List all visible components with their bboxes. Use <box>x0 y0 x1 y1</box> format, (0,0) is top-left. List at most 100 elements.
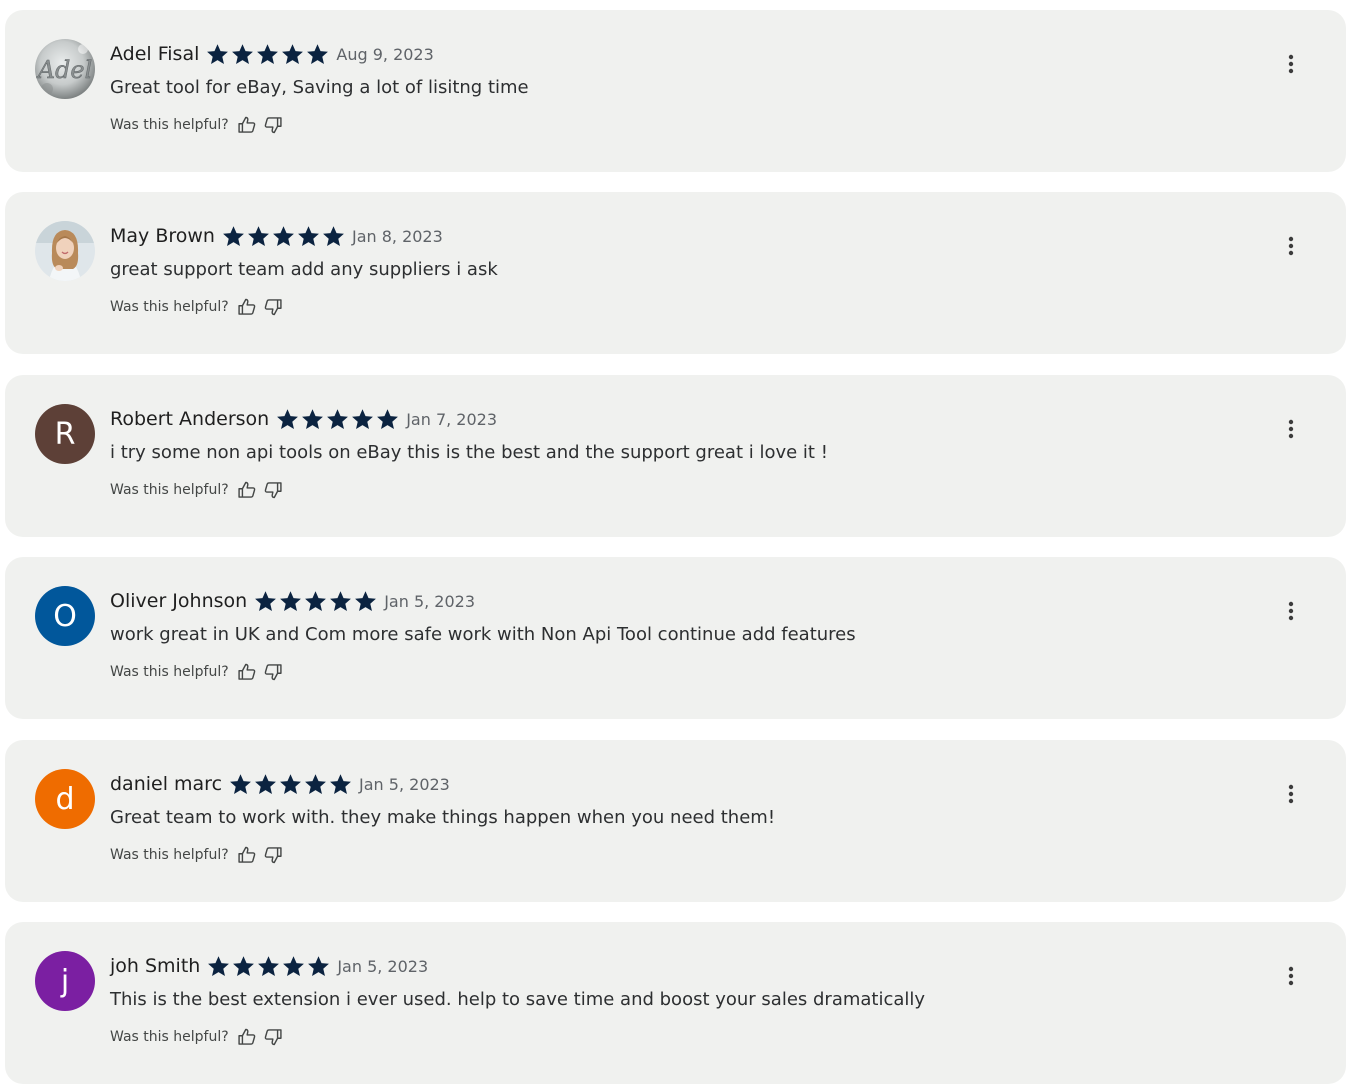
helpful-label: Was this helpful? <box>110 299 229 315</box>
thumb-down-icon <box>264 299 282 316</box>
review-header: Robert Anderson Jan 7, 2023 <box>110 404 497 434</box>
helpful-row: Was this helpful? <box>110 843 287 867</box>
more-options-button[interactable] <box>1275 778 1307 810</box>
thumb-up-button[interactable] <box>235 660 259 684</box>
review-card: d daniel marc Jan 5, 2023 Great team to … <box>5 740 1346 902</box>
avatar-letter: R <box>54 416 76 452</box>
thumb-down-icon <box>264 664 282 681</box>
thumb-down-icon <box>264 482 282 499</box>
review-text: work great in UK and Com more safe work … <box>110 624 856 645</box>
adel-handwriting-photo: Adel <box>35 39 95 99</box>
review-date: Jan 8, 2023 <box>351 226 443 246</box>
thumb-up-icon <box>238 481 255 498</box>
star-icon <box>232 43 254 64</box>
star-rating <box>221 224 346 249</box>
star-icon <box>298 225 319 246</box>
thumb-down-icon <box>264 1029 282 1046</box>
star-icon <box>230 773 251 794</box>
star-icon <box>330 590 352 611</box>
author-name: joh Smith <box>110 955 201 977</box>
thumb-up-button[interactable] <box>235 843 259 867</box>
star-icon <box>248 225 269 246</box>
thumb-up-icon <box>238 1028 255 1045</box>
more-options-button[interactable] <box>1275 48 1307 80</box>
review-card: O Oliver Johnson Jan 5, 2023 work great … <box>5 557 1346 719</box>
thumb-up-icon <box>238 298 255 315</box>
thumb-down-button[interactable] <box>261 660 285 684</box>
star-icon <box>277 408 299 429</box>
review-text: great support team add any suppliers i a… <box>110 259 498 280</box>
star-icon <box>208 955 230 976</box>
review-text: This is the best extension i ever used. … <box>110 989 926 1010</box>
star-icon <box>255 773 276 794</box>
review-card: R Robert Anderson Jan 7, 2023 i try some… <box>5 375 1346 537</box>
more-vert-icon <box>1288 419 1294 439</box>
review-header: Oliver Johnson Jan 5, 2023 <box>110 586 475 616</box>
more-vert-icon <box>1288 601 1294 621</box>
avatar-letter: j <box>60 963 70 999</box>
thumb-up-button[interactable] <box>235 478 259 502</box>
star-icon <box>327 408 349 429</box>
review-header: Adel Fisal Aug 9, 2023 <box>110 39 434 69</box>
helpful-label: Was this helpful? <box>110 482 229 498</box>
thumb-up-button[interactable] <box>235 1025 259 1049</box>
avatar[interactable]: O <box>35 586 95 646</box>
helpful-label: Was this helpful? <box>110 1029 229 1045</box>
avatar[interactable]: j <box>35 951 95 1011</box>
thumb-down-button[interactable] <box>261 478 285 502</box>
star-icon <box>323 225 344 246</box>
more-vert-icon <box>1288 784 1294 804</box>
more-vert-icon <box>1288 966 1294 986</box>
star-icon <box>273 225 294 246</box>
review-date: Jan 5, 2023 <box>337 956 429 976</box>
review-text: Great tool for eBay, Saving a lot of lis… <box>110 77 529 98</box>
more-options-button[interactable] <box>1275 413 1307 445</box>
thumb-down-button[interactable] <box>261 1025 285 1049</box>
star-icon <box>352 408 374 429</box>
review-header: May Brown Jan 8, 2023 <box>110 221 443 251</box>
avatar[interactable]: Adel <box>35 39 95 99</box>
thumb-down-button[interactable] <box>261 295 285 319</box>
more-options-button[interactable] <box>1275 960 1307 992</box>
avatar[interactable]: R <box>35 404 95 464</box>
avatar-letter: d <box>55 781 75 817</box>
more-options-button[interactable] <box>1275 595 1307 627</box>
thumb-down-button[interactable] <box>261 113 285 137</box>
more-vert-icon <box>1288 236 1294 256</box>
star-icon <box>355 590 377 611</box>
review-date: Jan 7, 2023 <box>406 409 498 429</box>
star-icon <box>377 408 399 429</box>
star-rating <box>275 407 400 432</box>
review-card: Adel Adel Fisal Aug 9, 2023 Great tool f… <box>5 10 1346 172</box>
author-name: daniel marc <box>110 773 223 795</box>
helpful-row: Was this helpful? <box>110 660 287 684</box>
star-icon <box>308 955 330 976</box>
thumb-down-button[interactable] <box>261 843 285 867</box>
more-options-button[interactable] <box>1275 230 1307 262</box>
star-icon <box>283 955 305 976</box>
star-rating <box>206 954 331 979</box>
thumb-up-icon <box>238 846 255 863</box>
star-rating <box>205 42 330 67</box>
review-text: i try some non api tools on eBay this is… <box>110 442 828 463</box>
review-header: joh Smith Jan 5, 2023 <box>110 951 428 981</box>
thumb-up-button[interactable] <box>235 113 259 137</box>
star-icon <box>233 955 255 976</box>
star-icon <box>223 225 244 246</box>
thumb-up-button[interactable] <box>235 295 259 319</box>
thumb-down-icon <box>264 847 282 864</box>
review-card: j joh Smith Jan 5, 2023 This is the best… <box>5 922 1346 1084</box>
star-rating <box>228 772 353 797</box>
author-name: May Brown <box>110 225 215 247</box>
avatar[interactable] <box>35 221 95 281</box>
thumb-up-icon <box>238 663 255 680</box>
star-icon <box>307 43 329 64</box>
helpful-row: Was this helpful? <box>110 1025 287 1049</box>
avatar[interactable]: d <box>35 769 95 829</box>
woman-portrait-photo <box>35 221 95 281</box>
review-text: Great team to work with. they make thing… <box>110 807 776 828</box>
author-name: Robert Anderson <box>110 408 270 430</box>
author-name: Oliver Johnson <box>110 590 248 612</box>
review-date: Jan 5, 2023 <box>384 591 476 611</box>
helpful-row: Was this helpful? <box>110 113 287 137</box>
